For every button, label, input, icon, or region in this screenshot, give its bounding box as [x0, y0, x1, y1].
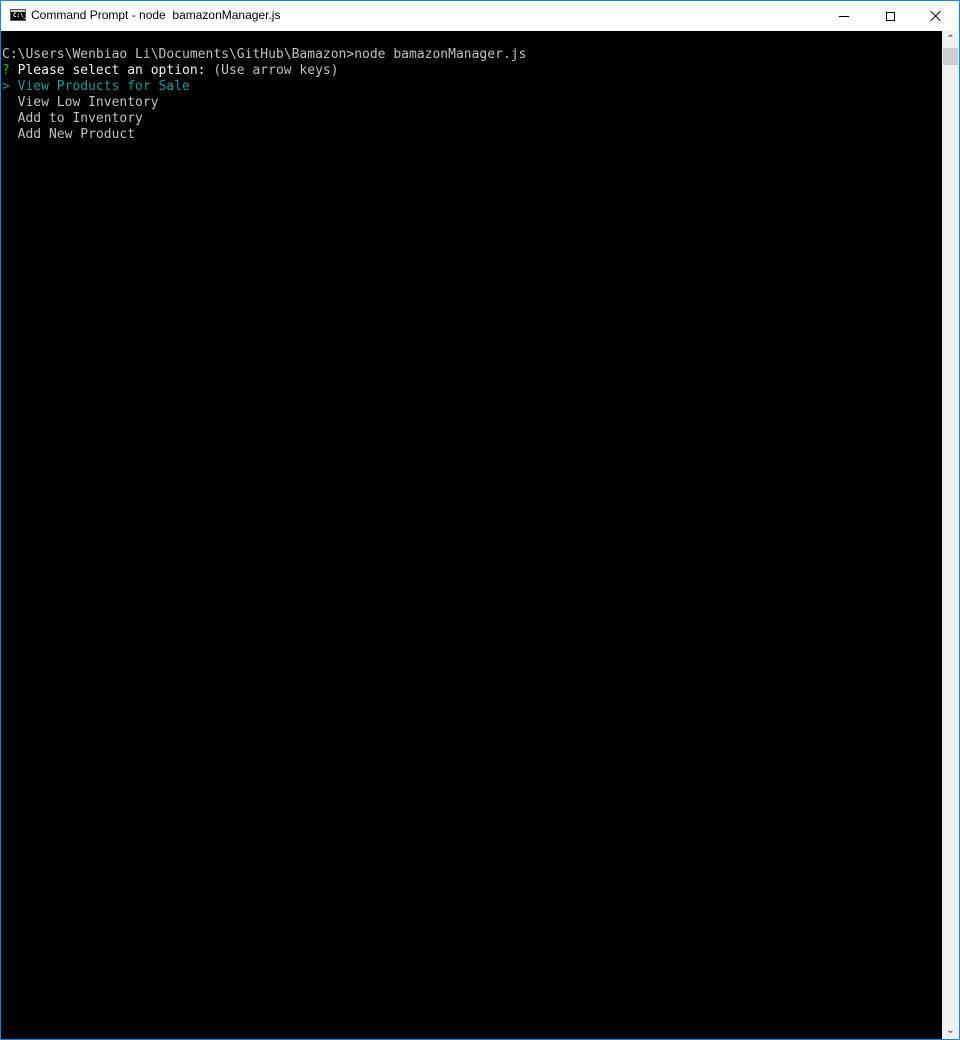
prompt-hint: (Use arrow keys) [213, 63, 339, 78]
menu-option[interactable]: View Low Inventory [2, 95, 159, 111]
prompt-marker: ? [2, 63, 10, 78]
command-prompt-icon[interactable]: C:\_ [10, 9, 27, 21]
title-bar[interactable]: C:\_ Command Prompt - node bamazonManage… [1, 1, 959, 31]
menu-option-selected[interactable]: > View Products for Sale [2, 79, 190, 95]
vertical-scrollbar[interactable]: ⌃ ⌄ [942, 31, 959, 1039]
scroll-thumb[interactable] [943, 48, 958, 65]
menu-option-label: View Products for Sale [17, 79, 190, 94]
close-button[interactable] [913, 1, 959, 31]
minimize-icon [839, 15, 849, 17]
prompt-question: Please select an option: [17, 63, 206, 78]
window-title: Command Prompt - node bamazonManager.js [31, 8, 281, 22]
console-output[interactable]: C:\Users\Wenbiao Li\Documents\GitHub\Bam… [1, 31, 942, 1039]
prompt-line: ? Please select an option: (Use arrow ke… [2, 63, 339, 79]
menu-option[interactable]: Add to Inventory [2, 111, 143, 127]
selection-pointer-icon: > [2, 79, 10, 94]
command-prompt-window: C:\_ Command Prompt - node bamazonManage… [0, 0, 960, 1040]
menu-option-label: Add New Product [17, 127, 136, 142]
menu-option[interactable]: Add New Product [2, 127, 135, 143]
chevron-up-icon: ⌃ [946, 34, 955, 45]
scroll-up-button[interactable]: ⌃ [942, 31, 959, 48]
maximize-icon [885, 11, 895, 21]
scroll-down-button[interactable]: ⌄ [942, 1022, 959, 1039]
close-icon [930, 10, 942, 22]
command-line: C:\Users\Wenbiao Li\Documents\GitHub\Bam… [2, 47, 527, 62]
chevron-down-icon: ⌄ [946, 1025, 955, 1036]
maximize-button[interactable] [867, 1, 913, 31]
minimize-button[interactable] [821, 1, 867, 31]
menu-option-label: Add to Inventory [17, 111, 143, 126]
menu-option-label: View Low Inventory [17, 95, 159, 110]
